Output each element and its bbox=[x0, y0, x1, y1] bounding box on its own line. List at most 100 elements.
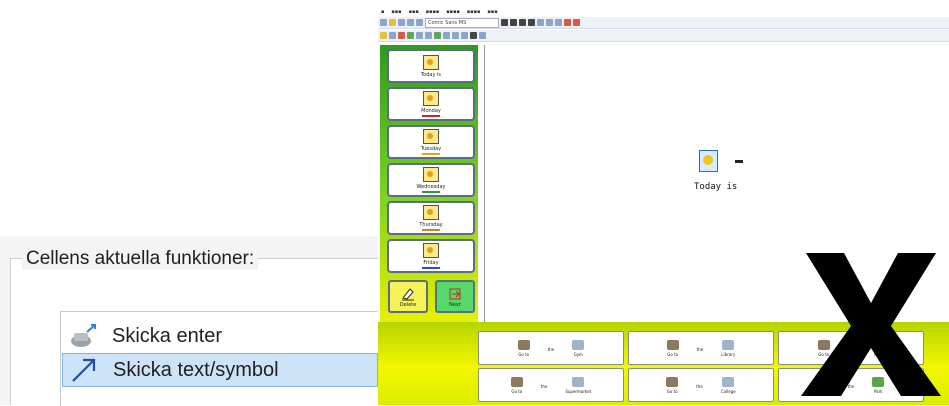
college-icon bbox=[722, 376, 735, 387]
day-icon bbox=[423, 243, 439, 258]
menu-item[interactable]: ▪ bbox=[381, 9, 384, 15]
day-icon bbox=[423, 167, 439, 182]
place-label: Supermarket bbox=[565, 388, 592, 394]
sun-symbol-icon bbox=[699, 150, 718, 172]
menu-item[interactable]: ▪▪▪ bbox=[409, 9, 419, 15]
view-icon[interactable] bbox=[479, 32, 486, 39]
go-button-college[interactable]: Go to the College bbox=[628, 368, 774, 402]
menu-item[interactable]: ▪▪▪▪ bbox=[446, 9, 460, 15]
align-icon[interactable] bbox=[537, 19, 544, 26]
go-label: Go to bbox=[667, 351, 679, 357]
menu-item[interactable]: ▪▪▪▪ bbox=[426, 9, 440, 15]
sidebar-cell-friday[interactable]: Friday bbox=[387, 239, 475, 273]
symbol-icon[interactable] bbox=[398, 32, 405, 39]
go-button-library[interactable]: Go to the Library bbox=[628, 331, 774, 365]
open-icon[interactable] bbox=[389, 19, 396, 26]
go-icon bbox=[666, 376, 679, 387]
place-label: Library bbox=[721, 351, 736, 357]
the-label: the bbox=[540, 383, 548, 389]
go-icon bbox=[517, 339, 530, 350]
undo-icon[interactable] bbox=[546, 19, 553, 26]
day-icon bbox=[423, 205, 439, 220]
go-button-supermarket[interactable]: Go to the Supermarket bbox=[478, 368, 624, 402]
help-icon[interactable] bbox=[573, 19, 580, 26]
table-icon[interactable] bbox=[425, 32, 432, 39]
redo-icon[interactable] bbox=[555, 19, 562, 26]
zoom-icon[interactable] bbox=[461, 32, 468, 39]
place-label: College bbox=[720, 388, 736, 394]
link-icon[interactable] bbox=[443, 32, 450, 39]
toolbar-top: Comic Sans MS bbox=[378, 17, 949, 29]
day-color-bar bbox=[422, 115, 440, 117]
wizard-icon[interactable] bbox=[434, 32, 441, 39]
sidebar-cell-thursday[interactable]: Thursday bbox=[387, 201, 475, 235]
function-item-send-enter[interactable]: Skicka enter bbox=[62, 320, 378, 352]
color-icon[interactable] bbox=[501, 19, 508, 26]
next-button[interactable]: Next bbox=[435, 280, 475, 313]
cell-caption: Friday bbox=[423, 260, 439, 266]
record-icon[interactable] bbox=[564, 19, 571, 26]
eraser-icon bbox=[402, 287, 414, 300]
go-icon bbox=[666, 339, 679, 350]
large-x-mark-icon bbox=[801, 253, 941, 396]
italic-icon[interactable] bbox=[519, 19, 526, 26]
the-label: the bbox=[547, 346, 555, 352]
day-sidebar: Today is Monday Tuesday Wednesday Thursd… bbox=[380, 45, 478, 323]
day-color-bar bbox=[422, 267, 440, 269]
function-label: Skicka enter bbox=[112, 324, 223, 347]
border-icon[interactable] bbox=[470, 32, 477, 39]
function-label: Skicka text/symbol bbox=[113, 358, 279, 381]
cell-caption: Wednesday bbox=[416, 184, 446, 190]
menu-item[interactable]: ▪▪▪▪ bbox=[467, 9, 481, 15]
pencil-icon[interactable] bbox=[380, 32, 387, 39]
go-label: Go to bbox=[518, 351, 530, 357]
arrow-icon bbox=[69, 356, 99, 384]
delete-label: Delete bbox=[399, 301, 417, 308]
sidebar-cell-monday[interactable]: Monday bbox=[387, 87, 475, 121]
toolbar-bottom bbox=[378, 30, 949, 42]
library-icon bbox=[722, 339, 735, 350]
underline-icon[interactable] bbox=[528, 19, 535, 26]
go-icon bbox=[510, 376, 523, 387]
preview-icon[interactable] bbox=[416, 19, 423, 26]
day-color-bar bbox=[422, 229, 440, 231]
communication-app-window: ▪ ▪▪▪ ▪▪▪ ▪▪▪▪ ▪▪▪▪ ▪▪▪▪ ▪▪▪ Comic Sans … bbox=[378, 0, 949, 405]
place-label: Gym bbox=[573, 351, 583, 357]
next-label: Next bbox=[449, 301, 461, 308]
sidebar-cell-wednesday[interactable]: Wednesday bbox=[387, 163, 475, 197]
save-icon[interactable] bbox=[398, 19, 405, 26]
next-arrow-icon bbox=[449, 288, 461, 299]
go-button-gym[interactable]: Go to the Gym bbox=[478, 331, 624, 365]
cell-caption: Thursday bbox=[419, 222, 443, 228]
delete-button[interactable]: Delete bbox=[388, 280, 428, 313]
go-label: Go to bbox=[511, 388, 523, 394]
menu-bar: ▪ ▪▪▪ ▪▪▪ ▪▪▪▪ ▪▪▪▪ ▪▪▪▪ ▪▪▪ bbox=[378, 8, 949, 16]
bold-icon[interactable] bbox=[510, 19, 517, 26]
print-icon[interactable] bbox=[407, 19, 414, 26]
layout-icon[interactable] bbox=[452, 32, 459, 39]
sidebar-cell-tuesday[interactable]: Tuesday bbox=[387, 125, 475, 159]
day-icon bbox=[423, 91, 439, 106]
the-label: the bbox=[696, 383, 703, 389]
the-label: the bbox=[696, 346, 704, 352]
go-label: Go to bbox=[666, 388, 678, 394]
functions-group-title: Cellens aktuella funktioner: bbox=[22, 248, 259, 270]
function-item-send-text-symbol[interactable]: Skicka text/symbol bbox=[62, 353, 378, 387]
day-icon bbox=[423, 129, 439, 144]
cell-icon[interactable] bbox=[407, 32, 414, 39]
send-enter-icon bbox=[68, 322, 98, 350]
cell-caption: Today is bbox=[420, 71, 442, 78]
new-icon[interactable] bbox=[380, 19, 387, 26]
font-selector[interactable]: Comic Sans MS bbox=[425, 17, 499, 28]
sidebar-cell-today[interactable]: Today is bbox=[387, 49, 475, 83]
gym-icon bbox=[572, 339, 585, 350]
sun-icon bbox=[423, 54, 439, 70]
cell-caption: Monday bbox=[421, 108, 441, 114]
supermarket-icon bbox=[572, 376, 585, 387]
menu-item[interactable]: ▪▪▪ bbox=[391, 9, 401, 15]
day-color-bar bbox=[422, 153, 440, 155]
frame-icon[interactable] bbox=[416, 32, 423, 39]
cell-caption: Tuesday bbox=[420, 146, 442, 152]
menu-item[interactable]: ▪▪▪ bbox=[487, 9, 497, 15]
grid-icon[interactable] bbox=[389, 32, 396, 39]
